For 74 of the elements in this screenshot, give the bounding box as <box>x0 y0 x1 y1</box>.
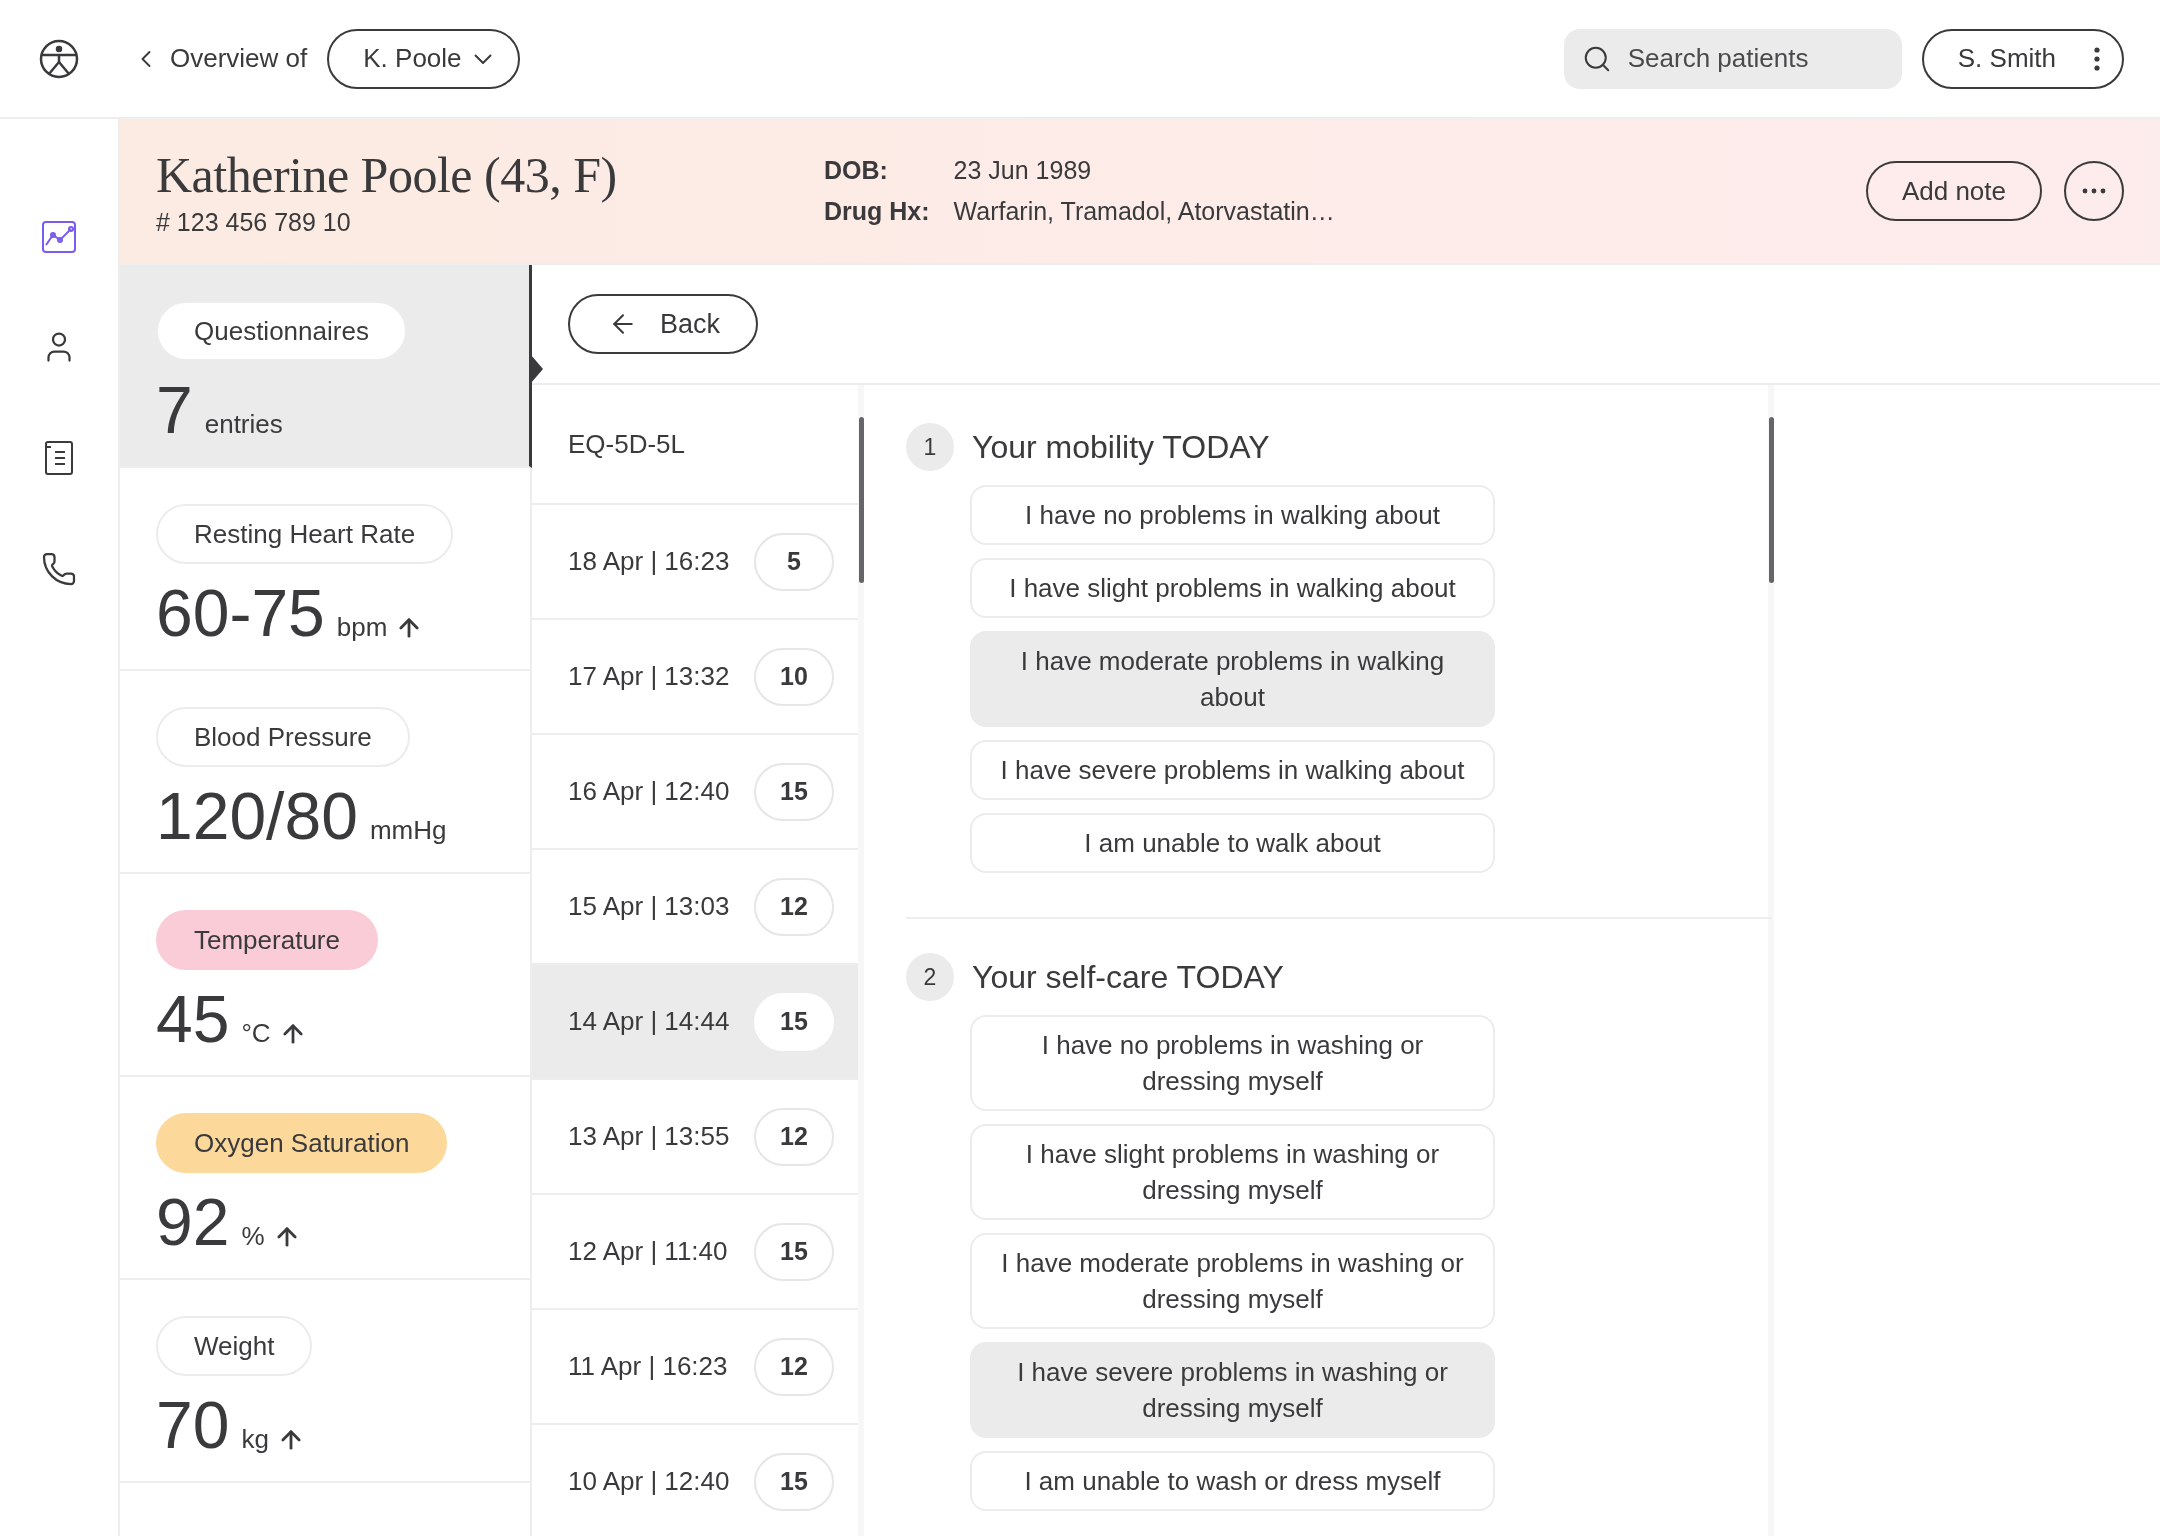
entry-score: 12 <box>754 1337 834 1396</box>
field-label: DOB: <box>824 156 889 185</box>
metric-value: 120/80 <box>156 783 358 849</box>
field-value: 23 Jun 1989 <box>953 156 1093 185</box>
more-icon <box>2082 188 2106 194</box>
question-title: Your mobility TODAY <box>972 428 1270 466</box>
entry-date: 14 Apr | 14:44 <box>568 1006 730 1037</box>
metric-unit: °C <box>241 1018 271 1049</box>
entry-date: 17 Apr | 13:32 <box>568 661 730 692</box>
metric-unit: entries <box>204 409 283 440</box>
answer-option[interactable]: I have moderate problems in washing or dressing myself <box>970 1233 1495 1329</box>
answer-option[interactable]: I have severe problems in walking about <box>970 740 1495 800</box>
kebab-icon <box>2094 46 2100 71</box>
answer-option[interactable]: I have no problems in washing or dressing myself <box>970 1015 1495 1111</box>
metric-unit: bpm <box>336 612 388 643</box>
metric-label: Temperature <box>156 910 378 970</box>
entry-row[interactable]: 14 Apr | 14:44 15 <box>532 965 858 1080</box>
phone-icon <box>41 551 77 587</box>
patient-name: Katherine Poole (43, F) <box>156 145 618 204</box>
answer-option[interactable]: I have slight problems in walking about <box>970 558 1495 618</box>
entry-score: 15 <box>754 1452 834 1511</box>
entry-date: 12 Apr | 11:40 <box>568 1236 728 1267</box>
chart-icon <box>41 219 77 255</box>
metric-unit: % <box>241 1221 265 1252</box>
user-menu-button[interactable]: S. Smith <box>1921 28 2124 89</box>
entry-score: 12 <box>754 877 834 936</box>
metric-value: 7 <box>156 377 193 443</box>
question-number: 2 <box>906 953 954 1001</box>
metric-label: Blood Pressure <box>156 707 410 767</box>
scrollbar[interactable] <box>859 417 864 583</box>
answer-option[interactable]: I am unable to walk about <box>970 813 1495 873</box>
more-button[interactable] <box>2064 161 2124 221</box>
question-title: Your self-care TODAY <box>972 958 1284 996</box>
metric-label: Oxygen Saturation <box>156 1113 448 1173</box>
entry-score: 15 <box>754 1222 834 1281</box>
entry-score: 15 <box>754 992 834 1051</box>
entry-date: 11 Apr | 16:23 <box>568 1351 728 1382</box>
entry-date: 15 Apr | 13:03 <box>568 891 730 922</box>
metric-value: 60-75 <box>156 580 325 646</box>
patient-dropdown[interactable]: K. Poole <box>327 28 520 89</box>
chevron-down-icon <box>473 53 492 64</box>
entry-date: 16 Apr | 12:40 <box>568 776 730 807</box>
answer-option[interactable]: I am unable to wash or dress myself <box>970 1451 1495 1511</box>
overview-back-link[interactable]: Overview of <box>132 43 308 74</box>
answer-option[interactable]: I have slight problems in washing or dressing myself <box>970 1124 1495 1220</box>
entry-score: 10 <box>754 647 834 706</box>
answer-option[interactable]: I have no problems in walking about <box>970 485 1495 545</box>
field-value: Warfarin, Tramadol, Atorvastatin… <box>953 197 1335 226</box>
pointer-icon <box>531 355 543 383</box>
metric-unit: kg <box>241 1424 269 1455</box>
question-number: 1 <box>906 423 954 471</box>
metric-value: 45 <box>156 986 230 1052</box>
metric-label: Weight <box>156 1316 313 1376</box>
add-note-button[interactable]: Add note <box>1865 161 2042 221</box>
document-icon <box>43 439 75 477</box>
metric-value: 70 <box>156 1392 230 1458</box>
entry-score: 15 <box>754 762 834 821</box>
patient-number: # 123 456 789 10 <box>156 207 352 237</box>
entry-date: 13 Apr | 13:55 <box>568 1121 730 1152</box>
answer-option[interactable]: I have moderate problems in walking about <box>970 631 1495 727</box>
field-label: Drug Hx: <box>824 197 930 226</box>
entry-date: 10 Apr | 12:40 <box>568 1466 730 1497</box>
entry-date: 18 Apr | 16:23 <box>568 546 730 577</box>
metric-label: Resting Heart Rate <box>156 504 454 564</box>
entry-score: 5 <box>754 532 834 591</box>
metric-unit: mmHg <box>369 815 447 846</box>
metric-value: 92 <box>156 1189 230 1255</box>
logo-icon <box>38 37 80 80</box>
entry-score: 12 <box>754 1107 834 1166</box>
scrollbar[interactable] <box>1769 417 1774 583</box>
back-button[interactable]: Back <box>568 294 759 354</box>
search-field[interactable]: Search patients <box>1563 28 1902 89</box>
metric-label: Questionnaires <box>156 301 407 361</box>
answer-option[interactable]: I have severe problems in washing or dressing myself <box>970 1342 1495 1438</box>
